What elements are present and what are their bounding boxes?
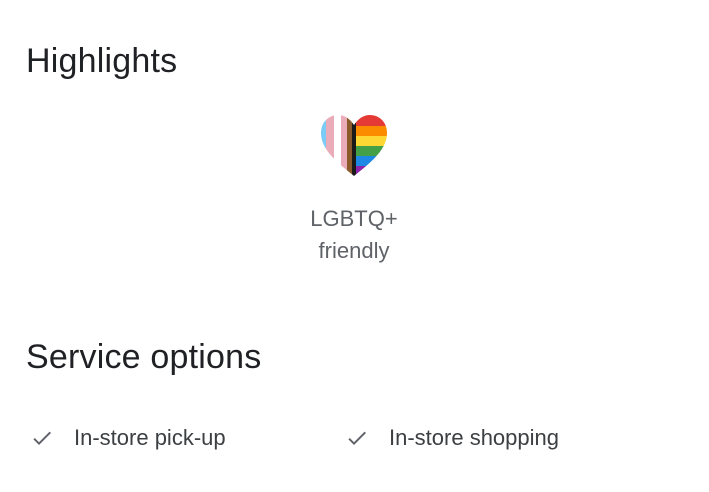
service-option-in-store-pickup: In-store pick-up (30, 418, 226, 458)
service-options-list: In-store pick-up In-store shopping (30, 418, 700, 458)
checkmark-icon (348, 431, 366, 445)
service-option-label: In-store pick-up (74, 425, 226, 450)
service-options-heading: Service options (26, 338, 262, 376)
highlight-label: LGBTQ+ friendly (310, 203, 397, 267)
service-option-in-store-shopping: In-store shopping (345, 418, 559, 458)
checkmark-icon (33, 431, 51, 445)
highlight-label-line-1: LGBTQ+ (310, 206, 398, 231)
highlight-lgbtq-friendly: LGBTQ+ friendly (284, 112, 424, 267)
pride-heart-icon (321, 115, 387, 176)
highlights-heading: Highlights (26, 42, 178, 80)
highlight-label-line-2: friendly (318, 238, 390, 263)
service-option-label: In-store shopping (389, 425, 559, 450)
